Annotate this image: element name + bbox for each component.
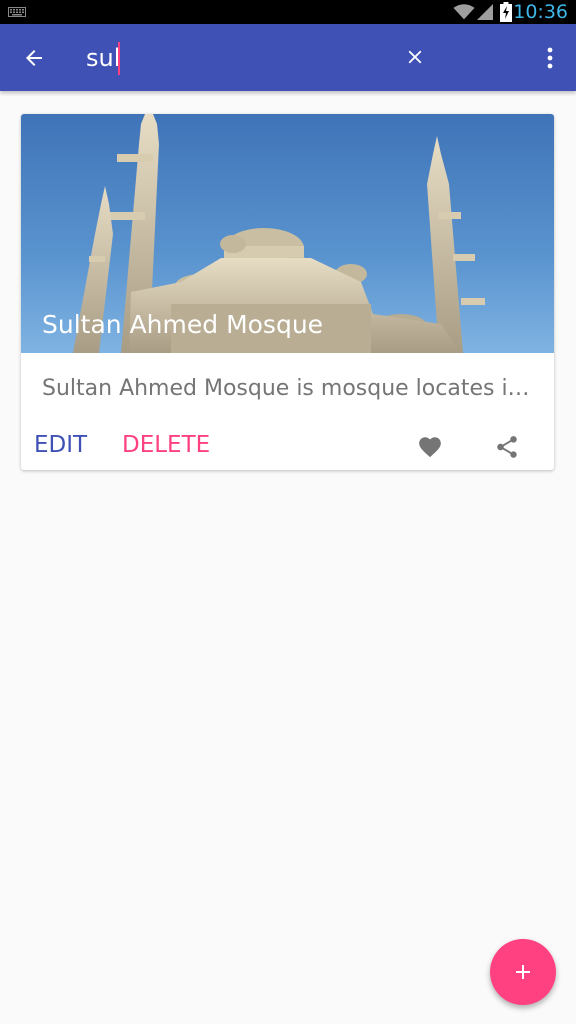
search-field[interactable] [86, 40, 132, 76]
search-input[interactable] [86, 44, 132, 72]
share-icon[interactable] [494, 434, 520, 460]
add-icon [516, 965, 530, 979]
back-arrow-icon[interactable] [22, 46, 46, 70]
place-card[interactable]: Sultan Ahmed Mosque Sultan Ahmed Mosque … [21, 114, 554, 470]
app-bar [0, 24, 576, 91]
more-vert-icon[interactable] [538, 45, 562, 71]
delete-button[interactable]: DELETE [122, 432, 210, 458]
keyboard-icon [8, 7, 26, 17]
battery-charging-icon [500, 2, 512, 22]
card-title: Sultan Ahmed Mosque [42, 310, 324, 339]
signal-icon [477, 4, 493, 20]
add-fab-button[interactable] [490, 939, 556, 1005]
edit-button[interactable]: EDIT [34, 432, 87, 458]
wifi-icon [453, 4, 475, 20]
favorite-icon[interactable] [417, 434, 443, 460]
status-time: 10:36 [513, 1, 568, 23]
close-icon[interactable] [404, 46, 426, 68]
text-cursor [118, 41, 120, 75]
card-description: Sultan Ahmed Mosque is mosque locates i… [42, 376, 530, 401]
status-bar: 10:36 [0, 0, 576, 24]
